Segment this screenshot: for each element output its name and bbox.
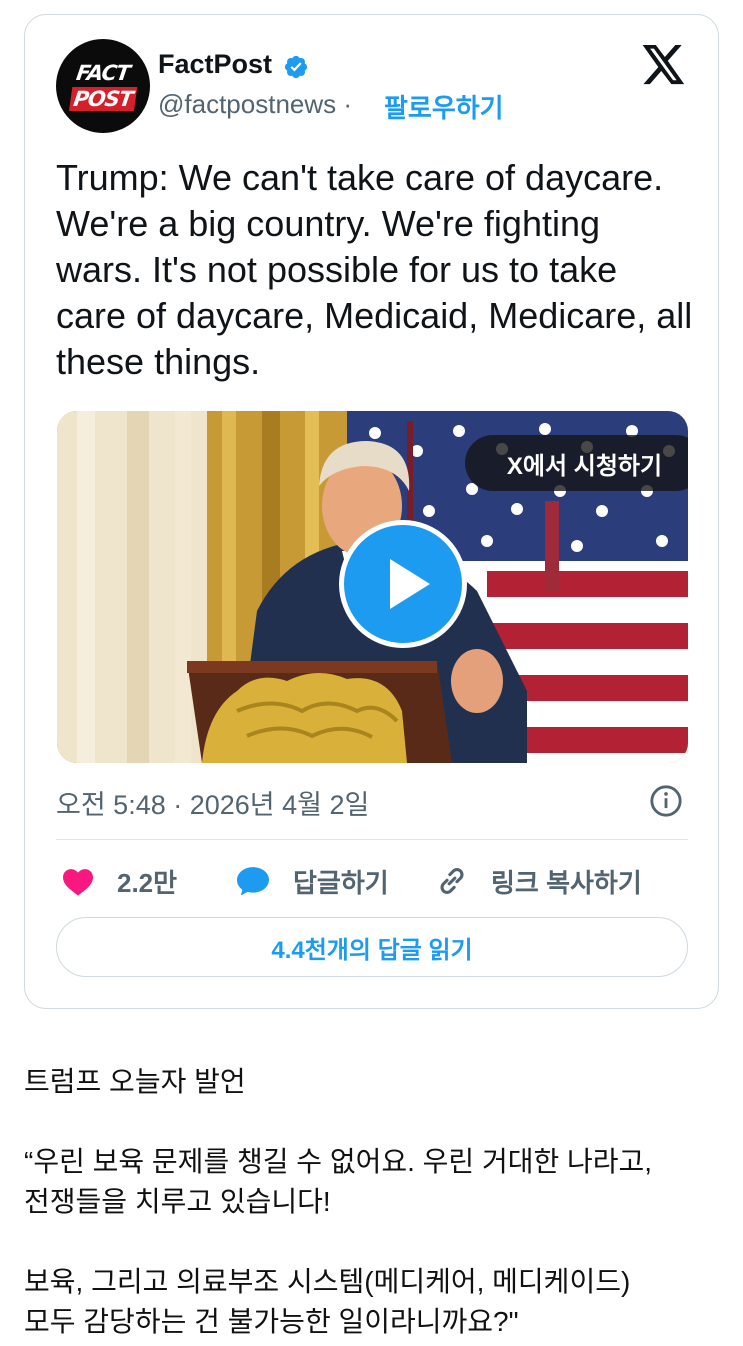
post-heading: 트럼프 오늘자 발언 — [24, 1066, 246, 1097]
tweet-timestamp[interactable]: 오전 5:48 · 2026년 4월 2일 — [56, 783, 369, 822]
read-replies-button[interactable]: 4.4천개의 답글 읽기 — [56, 917, 688, 977]
heart-icon — [63, 869, 93, 896]
avatar-logo-text-top: FACT — [74, 61, 132, 85]
copy-link-label: 링크 복사하기 — [491, 867, 642, 898]
avatar-logo-text-bottom: POST — [68, 87, 138, 111]
author-name[interactable]: FactPost — [158, 49, 272, 80]
post-body: 트럼프 오늘자 발언 “우린 보육 문제를 챙길 수 없어요. 우린 거대한 나… — [24, 1062, 724, 1342]
tweet-text: Trump: We can't take care of daycare. We… — [56, 157, 693, 382]
reply-button[interactable]: 답글하기 — [235, 861, 389, 901]
quote-line: 보육, 그리고 의료부조 시스템(메디케어, 메디케이드) — [24, 1266, 631, 1297]
verified-badge-icon — [284, 55, 308, 79]
speech-bubble-icon — [237, 867, 269, 896]
follow-button[interactable]: 팔로우하기 — [384, 88, 504, 125]
link-icon — [440, 868, 464, 894]
like-count: 2.2만 — [117, 867, 178, 898]
quote-line: “우린 보육 문제를 챙길 수 없어요. 우린 거대한 나라고, — [24, 1146, 653, 1177]
watch-on-x-button[interactable]: X에서 시청하기 — [465, 435, 688, 491]
play-button[interactable] — [339, 520, 467, 648]
quote-line: 전쟁들을 치루고 있습니다! — [24, 1186, 331, 1217]
avatar[interactable]: FACT POST — [56, 39, 150, 133]
info-icon[interactable] — [649, 784, 683, 818]
video-thumbnail[interactable]: X에서 시청하기 — [57, 411, 688, 763]
x-logo-icon[interactable] — [642, 45, 686, 85]
reply-label: 답글하기 — [293, 867, 389, 898]
quote-line: 모두 감당하는 건 불가능한 일이라니까요?" — [24, 1306, 519, 1337]
play-icon — [390, 559, 430, 609]
handle-separator: · — [343, 89, 353, 119]
copy-link-button[interactable]: 링크 복사하기 — [435, 861, 642, 901]
divider — [56, 839, 688, 840]
author-handle[interactable]: @factpostnews · — [158, 89, 352, 120]
embedded-tweet-card[interactable]: FACT POST FactPost @factpostnews · 팔로우하기… — [24, 14, 719, 1009]
author-handle-text[interactable]: @factpostnews — [158, 89, 336, 119]
like-button[interactable]: 2.2만 — [61, 861, 177, 901]
